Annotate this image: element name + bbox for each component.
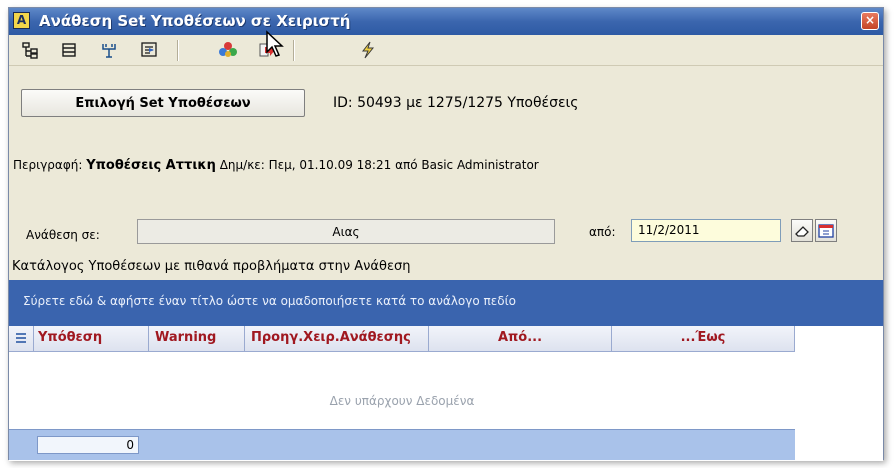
column-header-prev-assignment[interactable]: Προηγ.Χειρ.Ανάθεσης <box>245 326 429 351</box>
case-grid: Υπόθεση Warning Προηγ.Χειρ.Ανάθεσης Από.… <box>9 326 883 461</box>
clear-date-button[interactable] <box>791 219 813 242</box>
toolbar <box>9 35 883 66</box>
window-title: Ανάθεση Set Υποθέσεων σε Χειριστή <box>39 12 351 30</box>
grid-header: Υπόθεση Warning Προηγ.Χειρ.Ανάθεσης Από.… <box>9 326 795 352</box>
select-case-set-button[interactable]: Επιλογή Set Υποθέσεων <box>21 89 305 117</box>
assign-to-label: Ανάθεση σε: <box>26 228 100 242</box>
close-button[interactable]: × <box>861 12 879 30</box>
color-balls-icon[interactable] <box>217 40 239 60</box>
assignment-row: Ανάθεση σε: Αιας από: 11/2/2011 <box>9 204 883 254</box>
created-label: Δημ/κε: <box>219 158 265 172</box>
description-label: Περιγραφή: <box>13 158 83 172</box>
description-line: Περιγραφή: Υποθέσεις Αττικη Δημ/κε: Πεμ,… <box>13 158 539 173</box>
export-icon[interactable] <box>139 40 161 60</box>
description-value: Υποθέσεις Αττικη <box>86 158 216 173</box>
assign-case-set-window: A Ανάθεση Set Υποθέσεων σε Χειριστή × Επ… <box>8 7 884 461</box>
title-bar[interactable]: A Ανάθεση Set Υποθέσεων σε Χειριστή × <box>9 8 883 35</box>
mouse-cursor-icon <box>266 30 284 57</box>
tree-view-icon[interactable] <box>19 40 41 60</box>
toolbar-separator <box>177 40 179 61</box>
created-value: Πεμ, 01.10.09 18:21 από Basic Administra… <box>268 158 539 172</box>
calendar-icon <box>818 223 834 238</box>
toolbar-separator <box>293 40 295 61</box>
case-set-id-info: ID: 50493 με 1275/1275 Υποθέσεις <box>333 95 579 111</box>
collapse-icon[interactable] <box>58 40 80 60</box>
column-chooser-icon[interactable] <box>9 326 34 351</box>
column-header-to[interactable]: ...Έως <box>612 326 795 351</box>
column-header-case[interactable]: Υπόθεση <box>34 326 149 351</box>
grid-footer: 0 <box>9 429 795 460</box>
calendar-button[interactable] <box>815 219 837 242</box>
list-caption: Κατάλογος Υποθέσεων με πιθανά προβλήματα… <box>12 259 411 274</box>
group-by-hint: Σύρετε εδώ & αφήστε έναν τίτλο ώστε να ο… <box>23 294 516 308</box>
selection-panel: Επιλογή Set Υποθέσεων ID: 50493 με 1275/… <box>9 66 883 205</box>
column-header-warning[interactable]: Warning <box>149 326 245 351</box>
record-count: 0 <box>37 436 139 454</box>
app-icon: A <box>13 12 30 29</box>
empty-grid-message: Δεν υπάρχουν Δεδομένα <box>329 394 475 408</box>
column-header-from[interactable]: Από... <box>429 326 612 351</box>
lightning-icon[interactable] <box>357 40 379 60</box>
assignee-selector[interactable]: Αιας <box>137 219 555 244</box>
filter-icon[interactable] <box>98 40 120 60</box>
eraser-icon <box>795 225 809 237</box>
from-date-label: από: <box>589 225 616 239</box>
group-by-panel[interactable]: Σύρετε εδώ & αφήστε έναν τίτλο ώστε να ο… <box>9 280 883 326</box>
from-date-input[interactable]: 11/2/2011 <box>631 219 781 242</box>
